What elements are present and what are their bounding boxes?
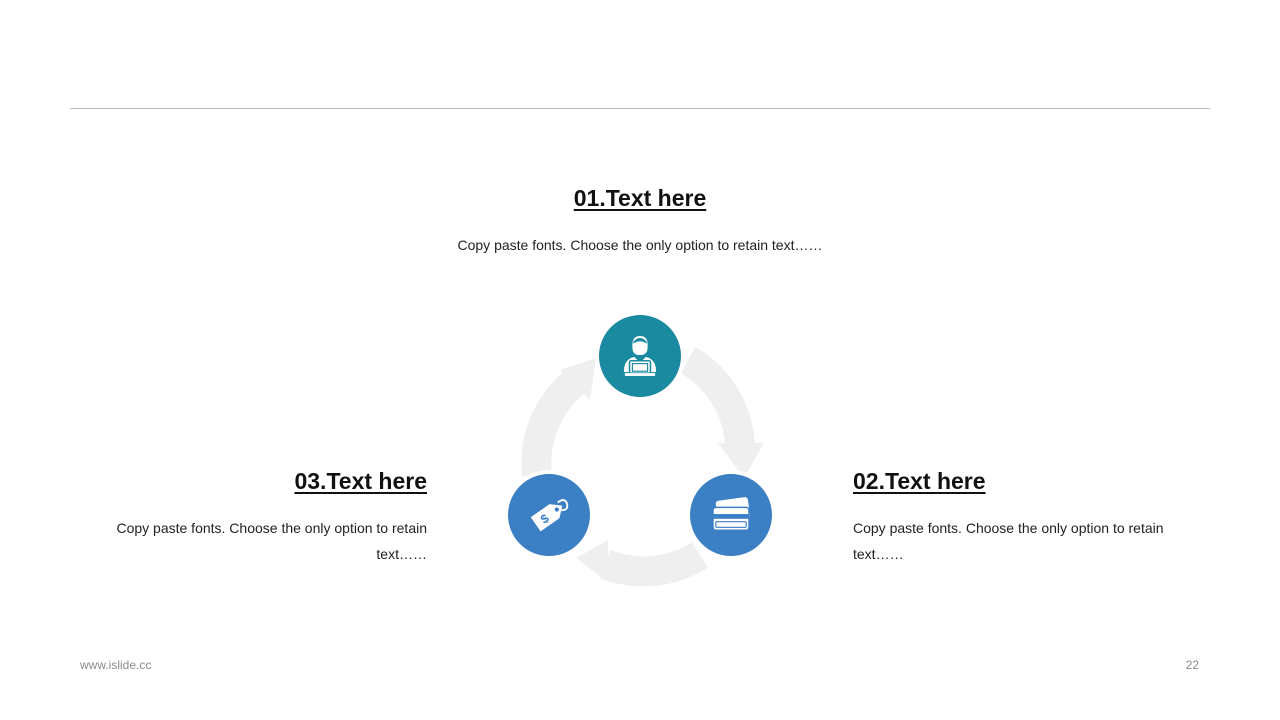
node-1 [595, 311, 685, 401]
node-3: $ [504, 470, 594, 560]
item-1-text: Copy paste fonts. Choose the only option… [457, 237, 823, 253]
page-number: 22 [1185, 658, 1199, 672]
arrow-2-to-3 [599, 542, 709, 587]
arrow-1-to-2 [680, 347, 755, 447]
item-1-heading: 01.Text here [573, 185, 707, 211]
item-2-heading: 02.Text here [853, 468, 986, 494]
item-3-text: Copy paste fonts. Choose the only option… [116, 520, 427, 562]
price-tag-icon: $ [530, 499, 569, 532]
credit-card-icon [712, 497, 750, 531]
top-divider [70, 108, 1210, 109]
item-2-text: Copy paste fonts. Choose the only option… [853, 520, 1164, 562]
item-3-heading: 03.Text here [294, 468, 427, 494]
user-laptop-icon [623, 336, 657, 376]
footer-website: www.islide.cc [80, 658, 152, 672]
arrow-3-to-1 [521, 365, 590, 477]
node-2 [686, 470, 776, 560]
